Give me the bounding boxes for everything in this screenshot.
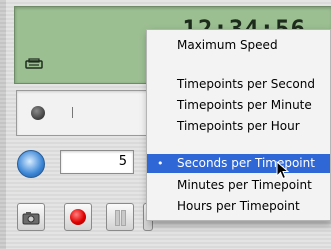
camera-icon <box>22 210 40 229</box>
menu-item-label: Timepoints per Second <box>177 77 315 91</box>
menu-item-label: Seconds per Timepoint <box>177 156 315 170</box>
camera-button[interactable] <box>17 203 45 231</box>
menu-item-label: Maximum Speed <box>177 38 278 52</box>
record-button[interactable] <box>64 203 92 231</box>
slider-knob[interactable] <box>31 106 45 120</box>
menu-item-timepoints-per-second[interactable]: Timepoints per Second <box>147 75 330 94</box>
menu-item-label: Hours per Timepoint <box>177 199 300 213</box>
speed-unit-menu[interactable]: Maximum Speed Timepoints per Second Time… <box>146 29 331 221</box>
menu-item-label: Timepoints per Minute <box>177 98 312 112</box>
menu-item-hours-per-timepoint[interactable]: Hours per Timepoint <box>147 197 330 216</box>
menu-item-seconds-per-timepoint[interactable]: • Seconds per Timepoint <box>147 154 330 180</box>
record-icon <box>70 209 86 225</box>
speed-field[interactable]: 5 <box>60 150 134 174</box>
speed-value: 5 <box>118 154 127 169</box>
pause-icon <box>115 210 126 226</box>
pause-button[interactable] <box>106 203 134 231</box>
slider-tick <box>72 107 73 118</box>
menu-item-timepoints-per-minute[interactable]: Timepoints per Minute <box>147 96 330 115</box>
app-window: 12:34:56 5 Maximu <box>0 0 331 249</box>
menu-item-maximum-speed[interactable]: Maximum Speed <box>147 36 330 55</box>
printer-icon <box>25 55 43 74</box>
menu-item-minutes-per-timepoint[interactable]: Minutes per Timepoint <box>147 176 330 195</box>
menu-item-timepoints-per-hour[interactable]: Timepoints per Hour <box>147 117 330 136</box>
selected-bullet-icon: • <box>157 157 164 170</box>
menu-item-label: Minutes per Timepoint <box>177 178 312 192</box>
speed-dial-icon[interactable] <box>17 150 45 178</box>
menu-item-label: Timepoints per Hour <box>177 119 300 133</box>
